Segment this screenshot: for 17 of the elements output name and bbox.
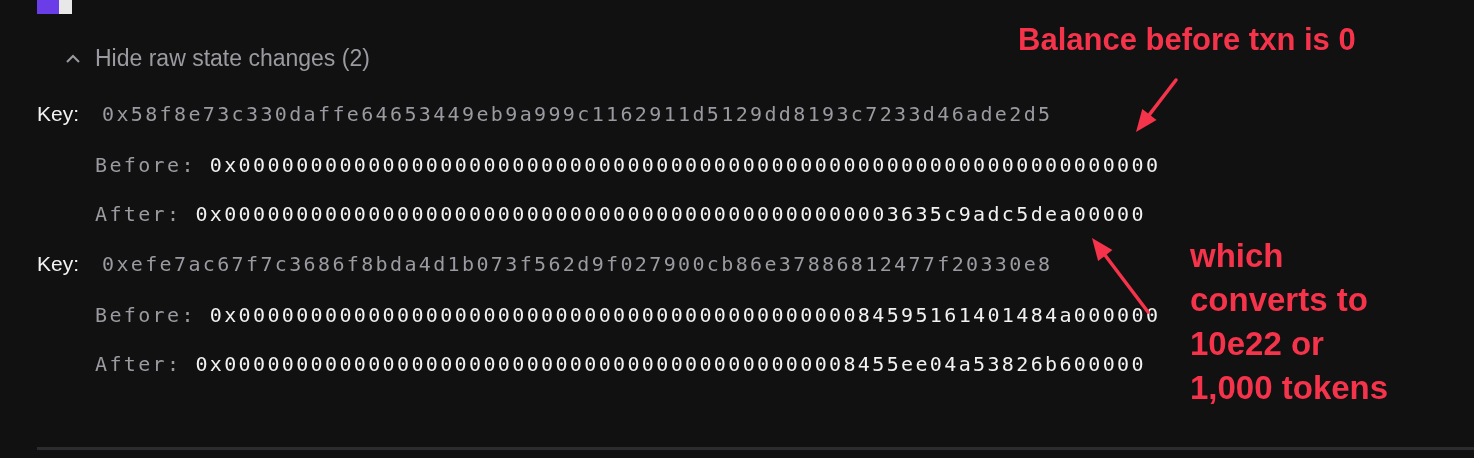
before-label: Before: <box>95 303 196 327</box>
before-value: 0x000000000000000000000000000000000000000000084595161401484a000000 <box>209 303 1161 327</box>
key-label: Key: <box>37 102 81 126</box>
annotation-text: which converts to 10e22 or 1,000 tokens <box>1190 236 1389 408</box>
annotation-arrow <box>1136 78 1178 132</box>
after-value: 0x00000000000000000000000000000000000000000000003635c9adc5dea00000 <box>195 202 1146 226</box>
after-value: 0x00000000000000000000000000000000000000000008455ee04a53826b600000 <box>195 352 1146 376</box>
key-value: 0x58f8e73c330daffe64653449eb9a999c1162911d5129dd8193c7233d46ade2d5 <box>102 102 1053 126</box>
before-value: 0x0000000000000000000000000000000000000000000000000000000000000000 <box>209 153 1161 177</box>
chevron-up-icon <box>66 53 80 63</box>
after-label: After: <box>95 352 182 376</box>
annotation-text: Balance before txn is 0 <box>1018 21 1356 59</box>
before-label: Before: <box>95 153 196 177</box>
key-label: Key: <box>37 252 81 276</box>
after-label: After: <box>95 202 182 226</box>
key-value: 0xefe7ac67f7c3686f8bda4d1b073f562d9f027900cb86e37886812477f20330e8 <box>102 252 1053 276</box>
hide-changes-toggle[interactable]: Hide raw state changes (2) <box>66 44 370 72</box>
